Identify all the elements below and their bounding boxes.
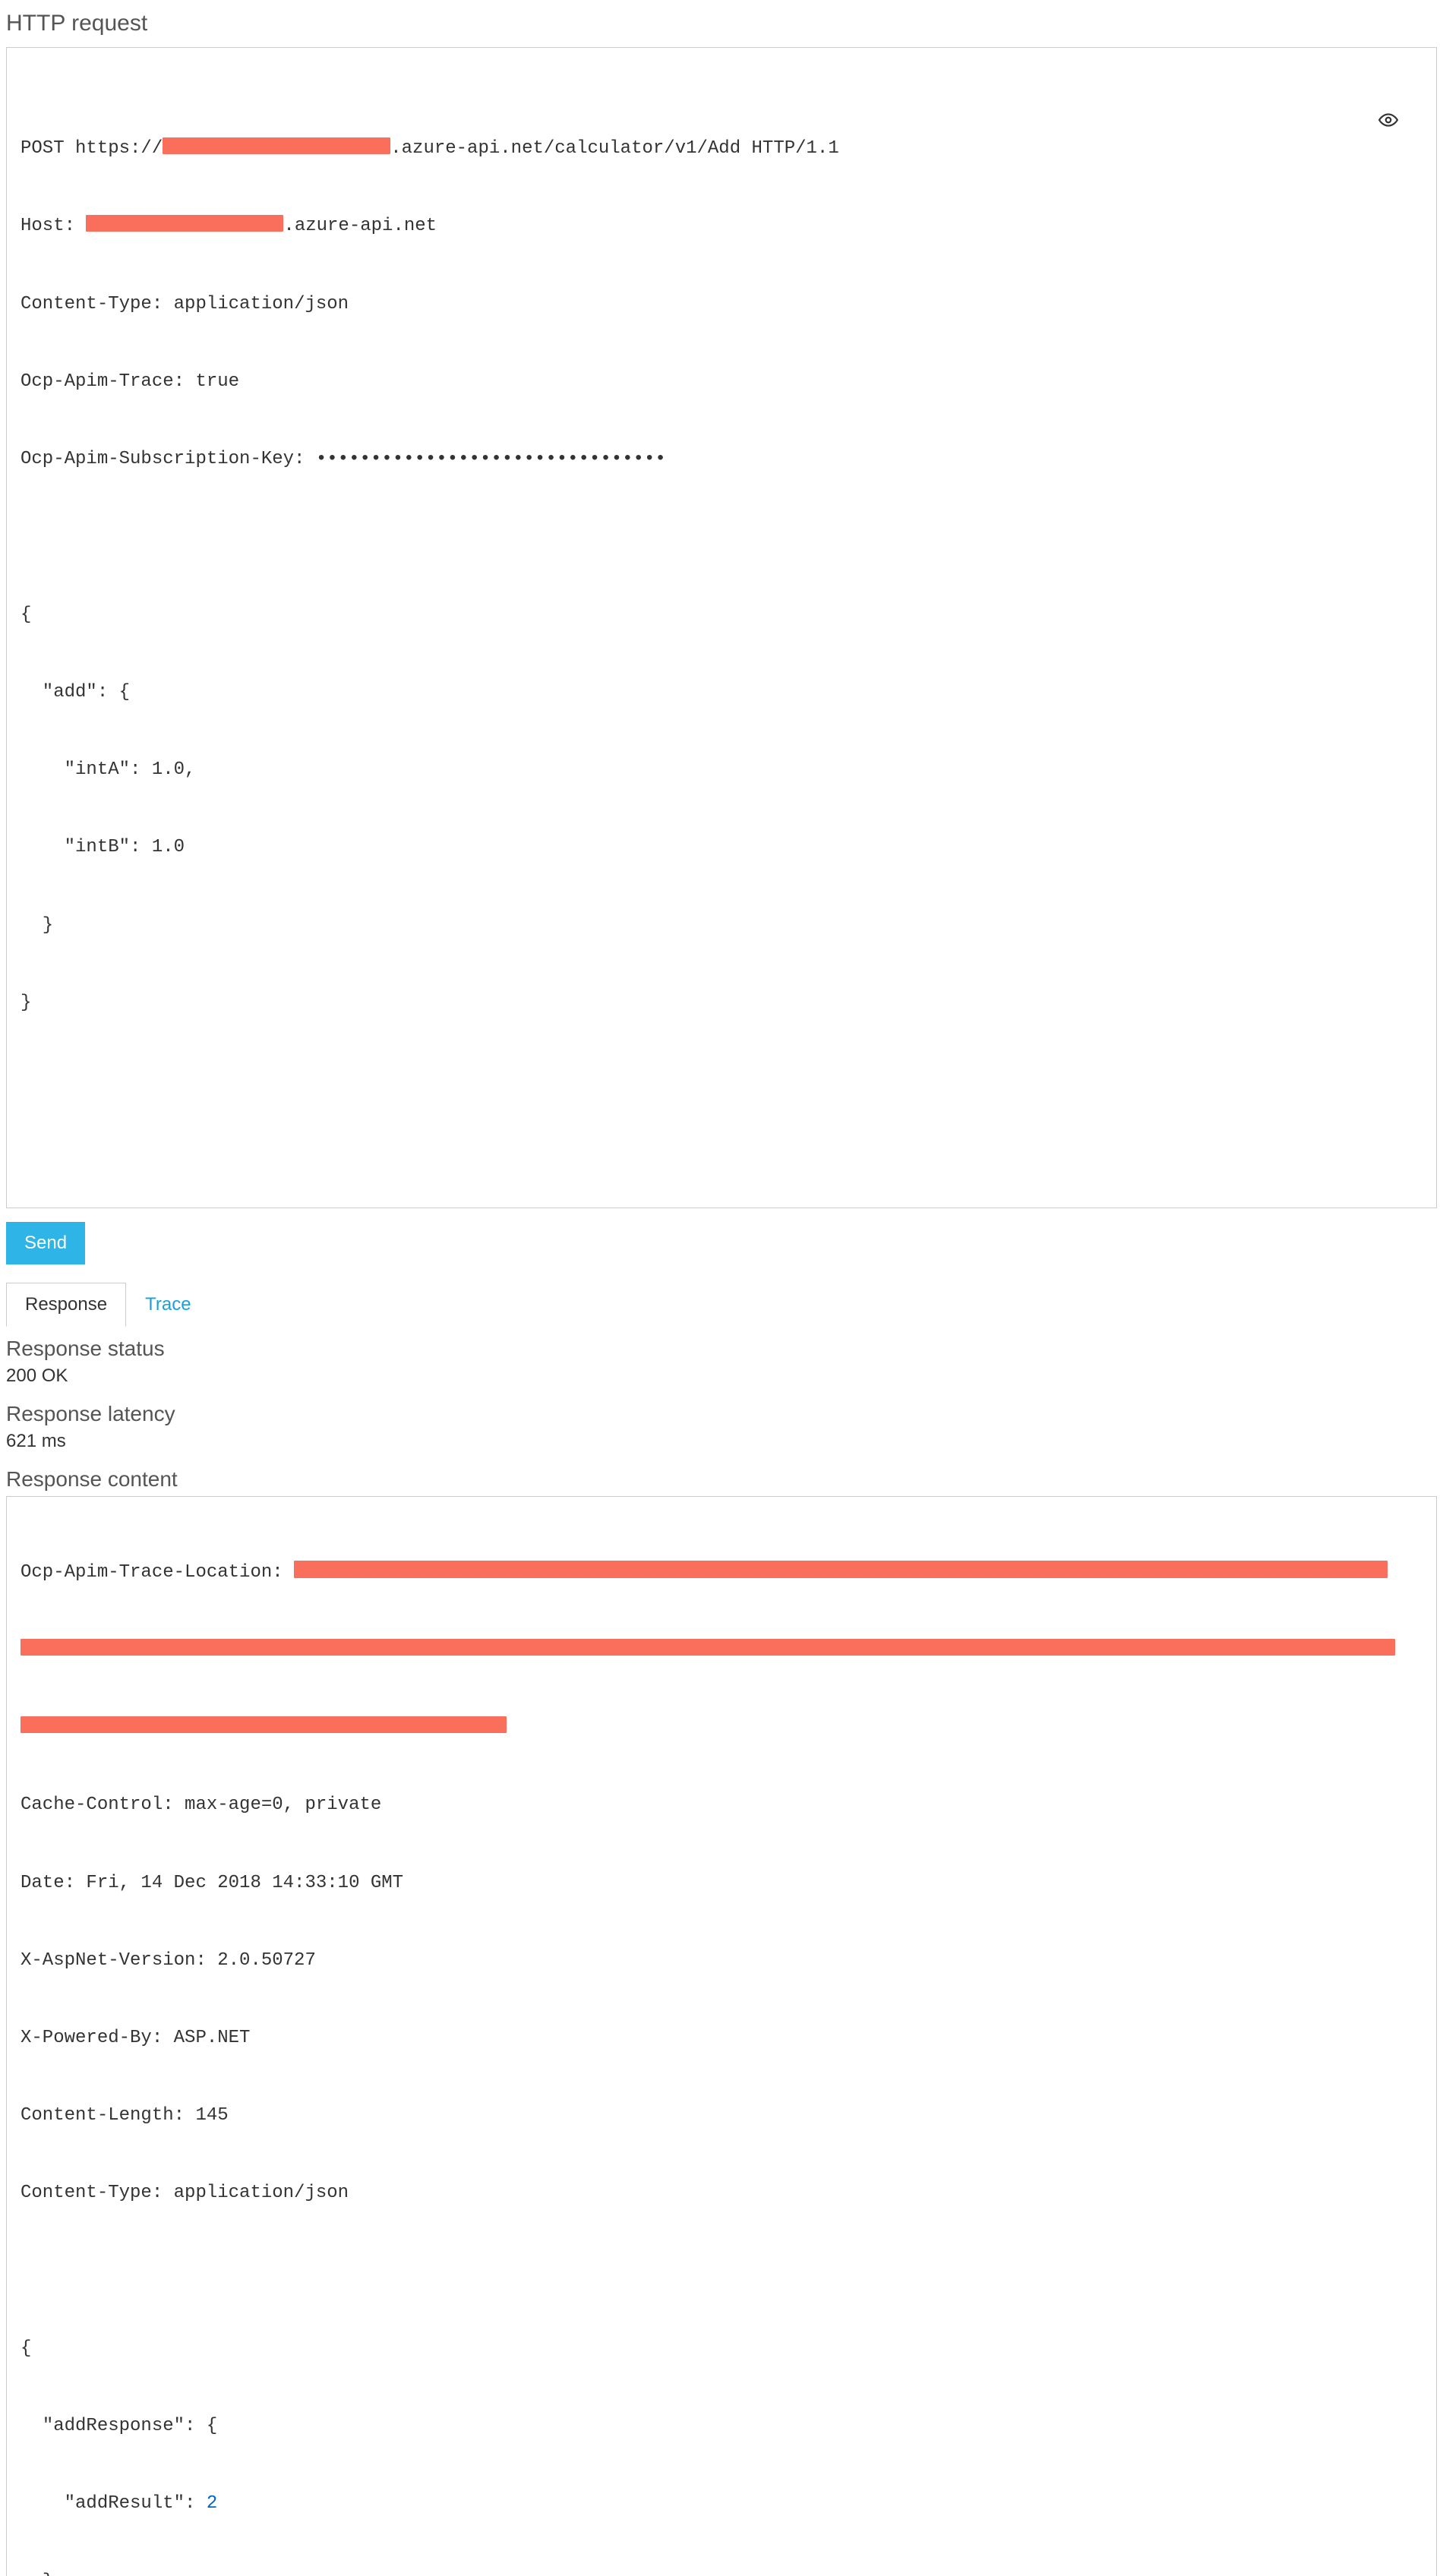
trace-location-line-3 <box>21 1715 1422 1741</box>
http-request-title: HTTP request <box>6 11 1437 36</box>
redacted-host-2 <box>86 215 283 232</box>
redacted-host <box>163 137 390 154</box>
content-type-header: Content-Type: application/json <box>21 292 1422 317</box>
resp-body-addresponse-close: } <box>21 2569 1422 2576</box>
reveal-secrets-icon[interactable] <box>1378 58 1422 182</box>
date-line: Date: Fri, 14 Dec 2018 14:33:10 GMT <box>21 1870 1422 1896</box>
redacted-trace-3 <box>21 1716 507 1733</box>
body-intA: "intA": 1.0, <box>21 757 1422 783</box>
body-add-close: } <box>21 913 1422 939</box>
response-latency-title: Response latency <box>6 1402 1437 1426</box>
trace-header: Ocp-Apim-Trace: true <box>21 369 1422 395</box>
subscription-key-header: Ocp-Apim-Subscription-Key: •••••••••••••… <box>21 447 1422 472</box>
redacted-trace-1 <box>294 1561 1388 1577</box>
response-status-title: Response status <box>6 1337 1437 1361</box>
response-tabs: Response Trace <box>6 1283 1437 1326</box>
powered-by-line: X-Powered-By: ASP.NET <box>21 2025 1422 2051</box>
cache-control-line: Cache-Control: max-age=0, private <box>21 1792 1422 1818</box>
response-latency-value: 621 ms <box>6 1431 1437 1452</box>
body-intB: "intB": 1.0 <box>21 835 1422 860</box>
body-close: } <box>21 990 1422 1016</box>
tab-trace[interactable]: Trace <box>126 1283 210 1327</box>
tab-response[interactable]: Response <box>6 1283 126 1327</box>
host-header: Host: .azure-api.net <box>21 213 1422 239</box>
trace-location-line: Ocp-Apim-Trace-Location: <box>21 1560 1422 1586</box>
resp-body-open: { <box>21 2336 1422 2362</box>
response-content-box: Ocp-Apim-Trace-Location: Cache-Control: … <box>6 1496 1437 2576</box>
resp-body-addresponse-open: "addResponse": { <box>21 2413 1422 2439</box>
trace-location-line-2 <box>21 1637 1422 1663</box>
body-add-open: "add": { <box>21 680 1422 706</box>
send-button[interactable]: Send <box>6 1222 85 1264</box>
body-open: { <box>21 602 1422 628</box>
blank-line-2 <box>21 1068 1422 1094</box>
content-length-line: Content-Length: 145 <box>21 2103 1422 2129</box>
response-content-title: Response content <box>6 1467 1437 1492</box>
response-status-value: 200 OK <box>6 1365 1437 1387</box>
request-line: POST https://.azure-api.net/calculator/v… <box>21 136 1422 162</box>
blank-line-resp <box>21 2259 1422 2284</box>
content-type-line: Content-Type: application/json <box>21 2180 1422 2206</box>
blank-line <box>21 524 1422 550</box>
http-request-box: POST https://.azure-api.net/calculator/v… <box>6 47 1437 1208</box>
aspnet-version-line: X-AspNet-Version: 2.0.50727 <box>21 1948 1422 1974</box>
resp-body-addresult: "addResult": 2 <box>21 2491 1422 2517</box>
blank-line-3 <box>21 1145 1422 1171</box>
redacted-trace-2 <box>21 1639 1395 1656</box>
